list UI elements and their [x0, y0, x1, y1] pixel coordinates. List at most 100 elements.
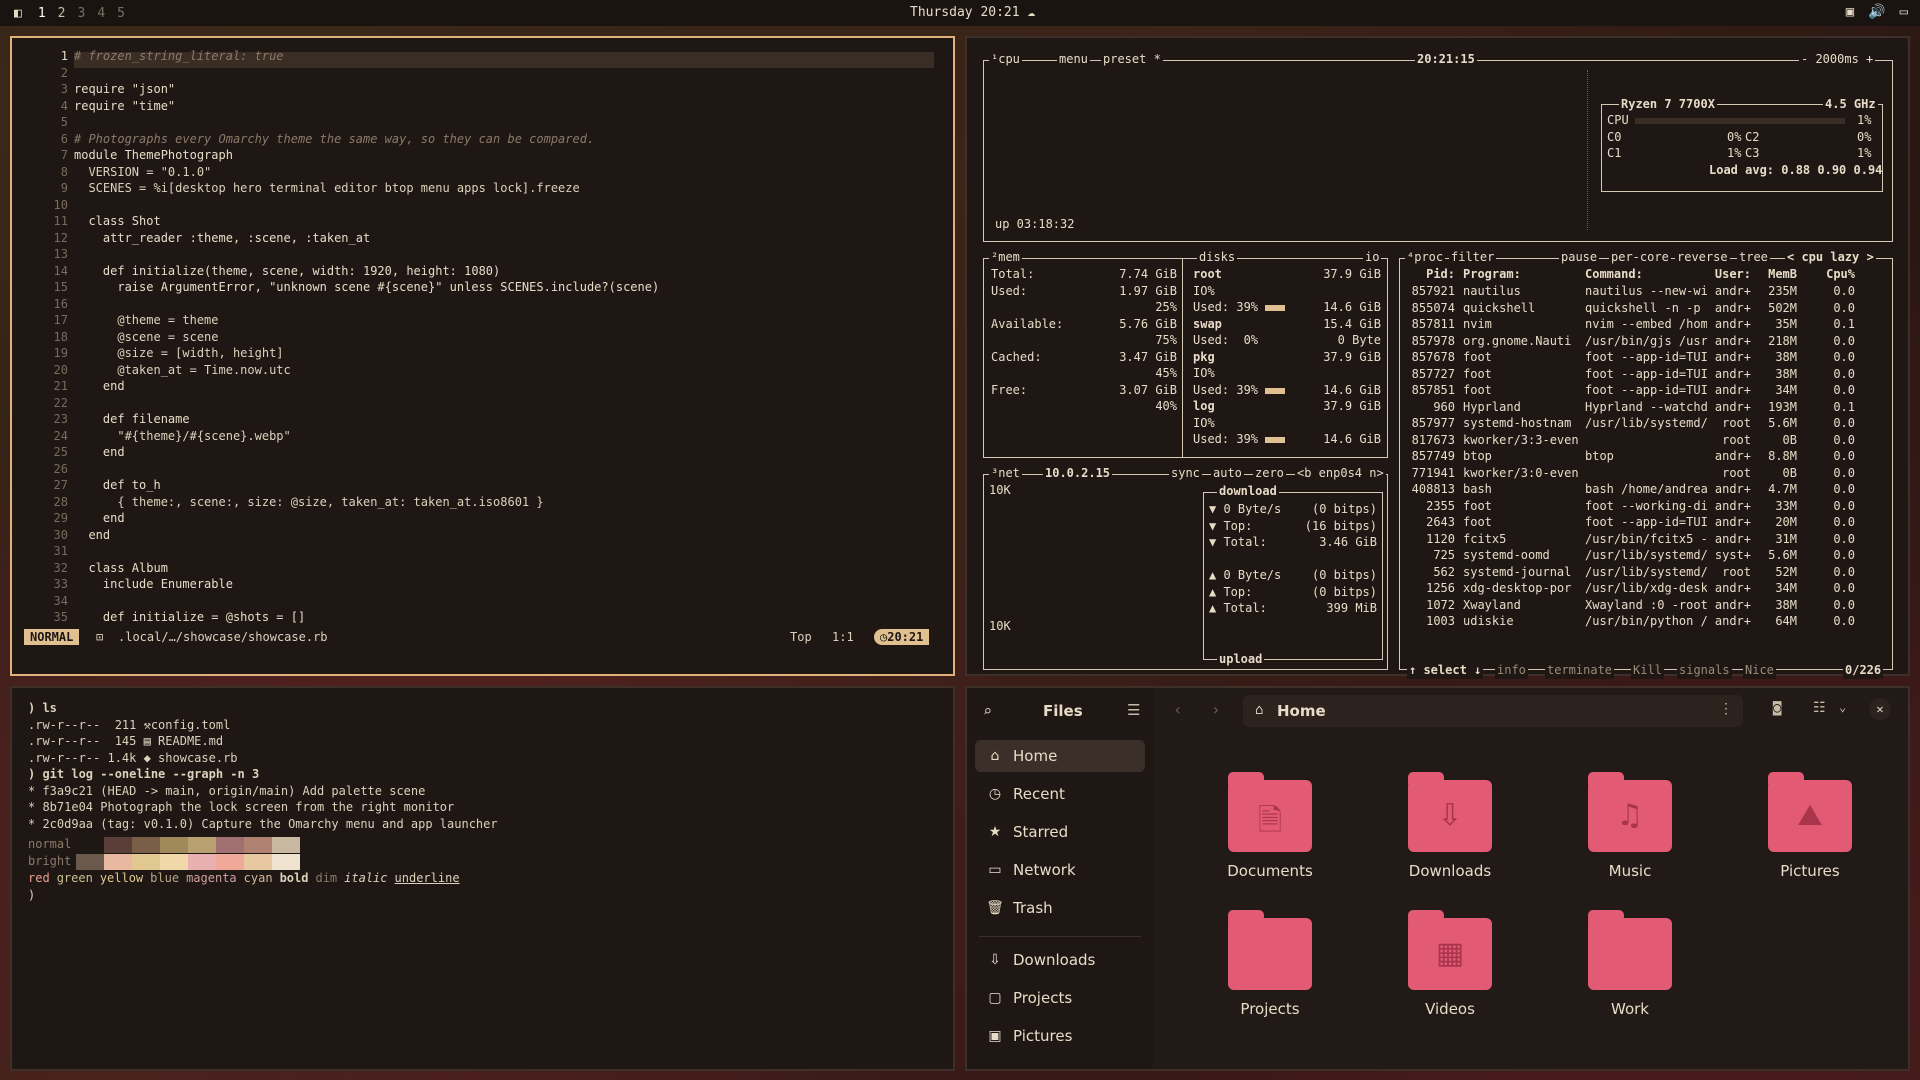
proc-cell[interactable]: 33M — [1757, 498, 1797, 515]
proc-cell[interactable]: 0.1 — [1809, 399, 1855, 416]
code-line[interactable]: @theme = theme — [74, 312, 218, 329]
net-auto[interactable]: auto — [1211, 465, 1244, 482]
proc-cell[interactable]: 0.0 — [1809, 613, 1855, 630]
proc-cell[interactable]: andr+ — [1711, 366, 1751, 383]
sidebar-item-projects[interactable]: ▢ Projects — [975, 982, 1145, 1014]
proc-cell[interactable]: 0.0 — [1809, 481, 1855, 498]
terminal-line[interactable]: .rw-r--r-- 145 ▤ README.md — [28, 733, 223, 750]
proc-cell[interactable]: org.gnome.Nauti — [1463, 333, 1581, 350]
proc-cell[interactable]: andr+ — [1711, 514, 1751, 531]
proc-cell[interactable]: 0.0 — [1809, 349, 1855, 366]
code-line[interactable]: def initialize(theme, scene, width: 1920… — [74, 263, 500, 280]
code-line[interactable]: class Shot — [74, 213, 160, 230]
code-line[interactable]: SCENES = %i[desktop hero terminal editor… — [74, 180, 579, 197]
proc-cell[interactable]: 0.0 — [1809, 448, 1855, 465]
proc-cell[interactable]: andr+ — [1711, 448, 1751, 465]
proc-per-core[interactable]: per-core — [1609, 249, 1671, 266]
proc-cell[interactable]: foot — [1463, 366, 1581, 383]
proc-cell[interactable]: /usr/bin/gjs /usr/ — [1585, 333, 1707, 350]
proc-cell[interactable]: 0.0 — [1809, 366, 1855, 383]
proc-cell[interactable]: /usr/lib/xdg-deskt — [1585, 580, 1707, 597]
proc-signals[interactable]: signals — [1677, 662, 1732, 679]
proc-cell[interactable]: foot --app-id=TUI. — [1585, 514, 1707, 531]
proc-cell[interactable]: andr+ — [1711, 300, 1751, 317]
proc-cell[interactable]: andr+ — [1711, 316, 1751, 333]
proc-cell[interactable]: 5.6M — [1757, 415, 1797, 432]
proc-cell[interactable]: root — [1711, 564, 1751, 581]
code-line[interactable]: attr_reader :theme, :scene, :taken_at — [74, 230, 370, 247]
proc-cell[interactable]: Hyprland — [1463, 399, 1581, 416]
proc-cell[interactable]: nautilus — [1463, 283, 1581, 300]
proc-cell[interactable]: root — [1711, 432, 1751, 449]
proc-cell[interactable]: 0B — [1757, 465, 1797, 482]
proc-cell[interactable]: 0.1 — [1809, 316, 1855, 333]
search-icon[interactable]: ⌕ — [983, 702, 992, 720]
proc-cell[interactable]: 0.0 — [1809, 531, 1855, 548]
proc-cell[interactable]: 0.0 — [1809, 300, 1855, 317]
proc-cell[interactable]: andr+ — [1711, 481, 1751, 498]
proc-cell[interactable]: 855074 — [1407, 300, 1455, 317]
proc-cell[interactable]: 857977 — [1407, 415, 1455, 432]
proc-cell[interactable]: andr+ — [1711, 531, 1751, 548]
back-icon[interactable]: ‹ — [1173, 700, 1183, 719]
proc-cell[interactable]: andr+ — [1711, 382, 1751, 399]
proc-cell[interactable]: /usr/bin/python /u — [1585, 613, 1707, 630]
proc-cell[interactable]: 4.7M — [1757, 481, 1797, 498]
code-line[interactable]: end — [74, 444, 125, 461]
code-line[interactable]: include Enumerable — [74, 576, 233, 593]
folder-videos[interactable]: ▦ Videos — [1385, 910, 1515, 1018]
proc-cell[interactable]: xdg-desktop-por — [1463, 580, 1581, 597]
proc-cell[interactable]: foot — [1463, 382, 1581, 399]
proc-cell[interactable]: 857851 — [1407, 382, 1455, 399]
proc-cell[interactable]: udiskie — [1463, 613, 1581, 630]
proc-cell[interactable]: nvim --embed /home — [1585, 316, 1707, 333]
proc-cell[interactable]: 0.0 — [1809, 465, 1855, 482]
proc-cell[interactable]: systemd-hostnam — [1463, 415, 1581, 432]
proc-cell[interactable]: fcitx5 — [1463, 531, 1581, 548]
location-bar[interactable]: ⌂ Home ⋮ — [1243, 695, 1743, 727]
volume-icon[interactable]: 🔊 — [1868, 4, 1885, 20]
proc-cell[interactable]: 562 — [1407, 564, 1455, 581]
proc-cell[interactable]: foot — [1463, 514, 1581, 531]
proc-cell[interactable]: 857921 — [1407, 283, 1455, 300]
clock[interactable]: Thursday 20:21 ☁ — [910, 5, 1035, 20]
proc-cell[interactable]: 0.0 — [1809, 498, 1855, 515]
code-line[interactable]: class Album — [74, 560, 167, 577]
proc-cell[interactable]: 64M — [1757, 613, 1797, 630]
proc-cell[interactable]: syst+ — [1711, 547, 1751, 564]
workspace-3[interactable]: 3 — [77, 6, 85, 21]
proc-info[interactable]: info — [1495, 662, 1528, 679]
proc-header[interactable]: Command: — [1585, 266, 1707, 283]
sidebar-item-home[interactable]: ⌂ Home — [975, 740, 1145, 772]
screen-icon[interactable]: ▣ — [1846, 4, 1854, 20]
proc-header[interactable]: User: — [1711, 266, 1751, 283]
workspace-4[interactable]: 4 — [97, 6, 105, 21]
terminal-line[interactable]: ) ls — [28, 700, 57, 717]
proc-cell[interactable]: Xwayland :0 -rootl — [1585, 597, 1707, 614]
proc-cell[interactable]: kworker/3:3-even — [1463, 432, 1581, 449]
proc-cell[interactable]: 0.0 — [1809, 564, 1855, 581]
proc-nice[interactable]: Nice — [1743, 662, 1776, 679]
proc-cell[interactable]: 52M — [1757, 564, 1797, 581]
terminal-line[interactable]: .rw-r--r-- 211 ⚒config.toml — [28, 717, 230, 734]
proc-cell[interactable]: 857811 — [1407, 316, 1455, 333]
code-line[interactable]: @scene = scene — [74, 329, 218, 346]
code-line[interactable]: def to_h — [74, 477, 161, 494]
proc-cell[interactable]: andr+ — [1711, 399, 1751, 416]
folder-documents[interactable]: 🗎 Documents — [1205, 772, 1335, 880]
terminal-line[interactable]: * 8b71e04 Photograph the lock screen fro… — [28, 799, 454, 816]
proc-cell[interactable]: root — [1711, 465, 1751, 482]
proc-cell[interactable]: Xwayland — [1463, 597, 1581, 614]
proc-cell[interactable]: nautilus --new-win — [1585, 283, 1707, 300]
forward-icon[interactable]: › — [1211, 700, 1221, 719]
proc-cell[interactable]: bash — [1463, 481, 1581, 498]
proc-cell[interactable]: 857678 — [1407, 349, 1455, 366]
terminal-line[interactable]: * 2c0d9aa (tag: v0.1.0) Capture the Omar… — [28, 816, 498, 833]
files-window[interactable]: ⌕ Files ☰ ⌂ Home ◷ Recent ★ Starred ▭ Network 🗑 T… — [965, 686, 1910, 1071]
display-icon[interactable]: ▭ — [1900, 4, 1908, 20]
proc-cell[interactable]: 34M — [1757, 382, 1797, 399]
proc-cell[interactable]: 817673 — [1407, 432, 1455, 449]
interval-control[interactable]: - 2000ms + — [1799, 51, 1876, 68]
proc-cell[interactable]: 38M — [1757, 597, 1797, 614]
folder-downloads[interactable]: ⇩ Downloads — [1385, 772, 1515, 880]
